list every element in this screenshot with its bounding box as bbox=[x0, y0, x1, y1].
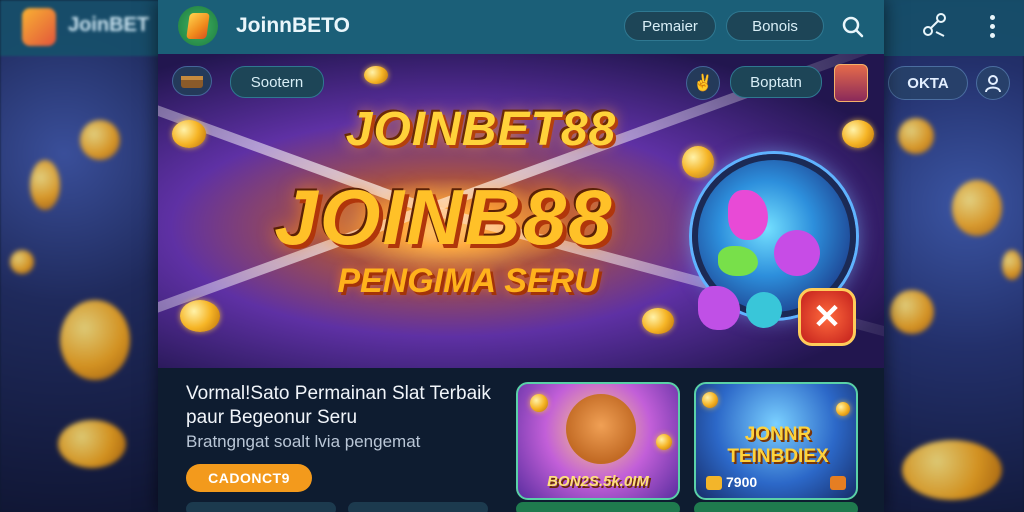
top-navigation-bar: JoinnBETO Pemaier Bonois bbox=[158, 0, 884, 54]
coin-icon bbox=[60, 300, 130, 380]
coin-icon bbox=[842, 120, 874, 148]
badge-icon bbox=[830, 476, 846, 490]
hero-menu-button[interactable] bbox=[172, 66, 212, 96]
share-button[interactable] bbox=[920, 10, 950, 40]
search-button[interactable] bbox=[836, 10, 870, 44]
bottom-tab[interactable] bbox=[694, 502, 858, 512]
brand-logo-icon bbox=[186, 13, 210, 39]
nav-bonus-button[interactable]: Bonois bbox=[726, 11, 824, 41]
more-menu-button[interactable] bbox=[980, 10, 1004, 42]
coin-icon bbox=[952, 180, 1002, 236]
game-card[interactable]: BON2S.5k.0IM bbox=[516, 382, 680, 500]
coin-icon bbox=[898, 118, 934, 154]
promo-title: Vormal!Sato Permainan Slat Terbaik paur … bbox=[186, 383, 491, 428]
coin-icon bbox=[58, 420, 126, 468]
coin-icon bbox=[30, 160, 60, 210]
more-menu-icon bbox=[989, 14, 995, 20]
game-card-title: JONNR TEINBDIEX bbox=[727, 424, 829, 467]
game-card-value: 7900 bbox=[726, 474, 758, 490]
coin-icon bbox=[836, 402, 850, 416]
coin-icon bbox=[656, 434, 672, 450]
chip-icon bbox=[706, 476, 722, 490]
background-left-panel: JoinBET bbox=[0, 0, 160, 512]
promo-section: Vormal!Sato Permainan Slat Terbaik paur … bbox=[158, 368, 884, 512]
promo-cta-button[interactable]: CADONCT9 bbox=[186, 464, 312, 492]
chest-icon bbox=[181, 76, 203, 88]
bottom-tab[interactable] bbox=[516, 502, 680, 512]
gem-icon bbox=[698, 286, 740, 330]
close-badge-icon: ✕ bbox=[798, 288, 856, 346]
hero-title-top: JOINBET88 bbox=[345, 103, 617, 156]
background-logo-text: JoinBET bbox=[68, 14, 150, 36]
fox-mascot-icon bbox=[566, 394, 636, 464]
coin-icon bbox=[890, 290, 934, 334]
okta-button[interactable]: OKTA bbox=[888, 66, 968, 100]
gem-icon bbox=[746, 292, 782, 328]
coin-icon bbox=[172, 120, 206, 148]
bottom-tab[interactable] bbox=[186, 502, 336, 512]
hero-gesture-button[interactable]: ✌ bbox=[686, 66, 720, 100]
hero-left-pill[interactable]: Sootern bbox=[230, 66, 324, 98]
background-logo-icon bbox=[22, 8, 56, 46]
coin-icon bbox=[10, 250, 34, 274]
user-icon bbox=[985, 75, 1001, 93]
coin-icon bbox=[642, 308, 674, 334]
bottom-tab[interactable] bbox=[348, 502, 488, 512]
coin-icon bbox=[1002, 250, 1022, 280]
coin-icon bbox=[180, 300, 220, 332]
coin-icon bbox=[530, 394, 548, 412]
main-panel: JoinnBETO Pemaier Bonois Sootern ✌ Bopta… bbox=[158, 0, 884, 512]
coin-icon bbox=[902, 440, 1002, 500]
user-button[interactable] bbox=[976, 66, 1010, 100]
game-card[interactable]: JONNR TEINBDIEX 7900 bbox=[694, 382, 858, 500]
promo-subtitle: Bratngngat soalt lvia pengemat bbox=[186, 432, 421, 451]
coin-icon bbox=[80, 120, 120, 160]
hero-avatar[interactable] bbox=[834, 64, 868, 102]
hand-icon: ✌ bbox=[693, 75, 713, 92]
coin-icon bbox=[702, 392, 718, 408]
hero-title-main: JOINB88 bbox=[274, 173, 614, 261]
search-icon bbox=[842, 16, 864, 38]
hero-banner[interactable]: Sootern ✌ Boptatn JOINBET88 JOINB88 PENG… bbox=[158, 54, 884, 368]
share-icon bbox=[923, 13, 946, 37]
nav-premier-button[interactable]: Pemaier bbox=[624, 11, 716, 41]
brand-name[interactable]: JoinnBETO bbox=[236, 14, 350, 38]
hero-right-pill[interactable]: Boptatn bbox=[730, 66, 822, 98]
game-card-label: BON2S.5k.0IM bbox=[547, 473, 649, 490]
hero-tagline: PENGIMA SERU bbox=[337, 262, 599, 300]
brand-logo[interactable] bbox=[178, 6, 218, 46]
coin-icon bbox=[364, 66, 388, 84]
